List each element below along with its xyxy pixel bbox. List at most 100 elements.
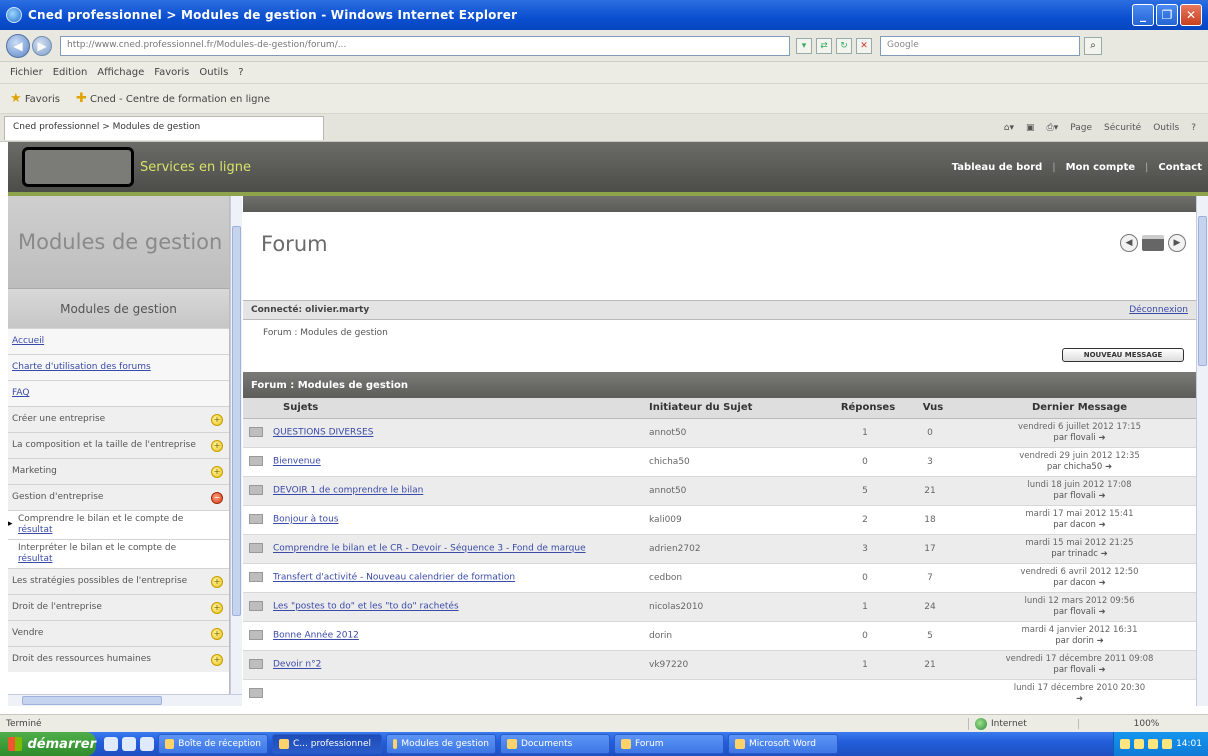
- sidebar-item-sell[interactable]: Vendre +: [8, 620, 229, 646]
- security-zone[interactable]: Internet: [968, 717, 1078, 730]
- header-link-account[interactable]: Mon compte: [1066, 162, 1135, 173]
- tray-icon[interactable]: [1120, 739, 1131, 749]
- new-message-button[interactable]: NOUVEAU MESSAGE: [1062, 348, 1184, 362]
- scrollbar-thumb[interactable]: [1198, 216, 1207, 366]
- refresh-icon[interactable]: ↻: [836, 37, 852, 54]
- feeds-icon[interactable]: ▣: [1026, 123, 1035, 133]
- tray-icon[interactable]: [1134, 739, 1145, 749]
- logout-link[interactable]: Déconnexion: [1129, 305, 1188, 315]
- topic-subject-link[interactable]: Bonne Année 2012: [273, 631, 359, 641]
- taskbar-item[interactable]: Documents: [500, 734, 610, 754]
- start-button[interactable]: démarrer: [0, 732, 96, 756]
- column-author[interactable]: Initiateur du Sujet: [643, 398, 833, 419]
- topic-subject-link[interactable]: Bonjour à tous: [273, 515, 338, 525]
- maximize-button[interactable]: ❐: [1156, 4, 1178, 26]
- topic-subject-link[interactable]: Bienvenue: [273, 457, 321, 467]
- topic-subject-link[interactable]: Comprendre le bilan et le CR - Devoir - …: [273, 544, 586, 554]
- go-to-message-icon[interactable]: ➜: [1101, 549, 1108, 559]
- go-to-message-icon[interactable]: ➜: [1105, 462, 1112, 472]
- dropdown-icon[interactable]: ▾: [796, 37, 812, 54]
- previous-icon[interactable]: ◀: [1120, 234, 1138, 252]
- close-button[interactable]: ✕: [1180, 4, 1202, 26]
- topic-subject-link[interactable]: Devoir n°2: [273, 660, 321, 670]
- sidebar-item-home[interactable]: Accueil: [8, 328, 229, 354]
- sidebar-item-create-company[interactable]: Créer une entreprise +: [8, 406, 229, 432]
- sidebar-subitem-understand-balance[interactable]: Comprendre le bilan et le compte de résu…: [8, 510, 229, 539]
- column-subjects[interactable]: Sujets: [243, 398, 643, 419]
- topic-subject-link[interactable]: DEVOIR 1 de comprendre le bilan: [273, 486, 423, 496]
- taskbar-item[interactable]: C... professionnel: [272, 734, 382, 754]
- scrollbar-thumb[interactable]: [22, 696, 162, 705]
- topic-subject-link[interactable]: Les "postes to do" et les "to do" rachet…: [273, 602, 459, 612]
- taskbar-item[interactable]: Forum: [614, 734, 724, 754]
- menu-file[interactable]: Fichier: [10, 67, 43, 78]
- header-link-dashboard[interactable]: Tableau de bord: [952, 162, 1043, 173]
- print-icon[interactable]: ⎙▾: [1047, 123, 1059, 133]
- address-input[interactable]: http://www.cned.professionnel.fr/Modules…: [60, 35, 790, 56]
- sidebar-item-strategies[interactable]: Les stratégies possibles de l'entreprise…: [8, 568, 229, 594]
- quicklaunch-icon[interactable]: [104, 737, 118, 751]
- topic-last-message[interactable]: mardi 15 mai 2012 21:25 par trinadc ➜: [963, 534, 1196, 564]
- go-to-message-icon[interactable]: ➜: [1098, 433, 1105, 443]
- topic-last-message[interactable]: lundi 18 juin 2012 17:08 par flovali ➜: [963, 476, 1196, 506]
- topic-last-message[interactable]: mardi 17 mai 2012 15:41 par dacon ➜: [963, 505, 1196, 535]
- sidebar-item-management[interactable]: Gestion d'entreprise −: [8, 484, 229, 510]
- main-scrollbar[interactable]: [1196, 196, 1208, 706]
- sidebar-horizontal-scrollbar[interactable]: [8, 694, 242, 706]
- quicklaunch-icon[interactable]: [122, 737, 136, 751]
- topic-last-message[interactable]: vendredi 6 avril 2012 12:50 par dacon ➜: [963, 563, 1196, 593]
- expand-icon[interactable]: +: [211, 439, 223, 452]
- sidebar-item-marketing[interactable]: Marketing +: [8, 458, 229, 484]
- sidebar-item-business-law[interactable]: Droit de l'entreprise +: [8, 594, 229, 620]
- go-to-message-icon[interactable]: ➜: [1097, 636, 1104, 646]
- expand-icon[interactable]: +: [211, 653, 223, 666]
- topic-subject-link[interactable]: Transfert d'activité - Nouveau calendrie…: [273, 573, 515, 583]
- topic-last-message[interactable]: vendredi 6 juillet 2012 17:15 par flovali…: [963, 418, 1196, 448]
- expand-icon[interactable]: +: [211, 413, 223, 426]
- topic-last-message[interactable]: mardi 4 janvier 2012 16:31 par dorin ➜: [963, 621, 1196, 651]
- expand-icon[interactable]: +: [211, 627, 223, 640]
- go-to-message-icon[interactable]: ➜: [1098, 665, 1105, 675]
- cmd-tools[interactable]: Outils: [1153, 123, 1179, 133]
- menu-view[interactable]: Affichage: [97, 67, 144, 78]
- printer-icon[interactable]: [1142, 235, 1164, 251]
- sidebar-scrollbar[interactable]: [230, 196, 242, 706]
- menu-help[interactable]: ?: [238, 67, 243, 78]
- search-input[interactable]: Google: [880, 35, 1080, 56]
- sidebar-item-composition[interactable]: La composition et la taille de l'entrepr…: [8, 432, 229, 458]
- sidebar-item-faq[interactable]: FAQ: [8, 380, 229, 406]
- favorites-button[interactable]: ★ Favoris: [10, 91, 60, 106]
- sidebar-item-hr-law[interactable]: Droit des ressources humaines +: [8, 646, 229, 672]
- topic-last-message[interactable]: vendredi 17 décembre 2011 09:08 par flova…: [963, 650, 1196, 680]
- menu-tools[interactable]: Outils: [199, 67, 228, 78]
- column-replies[interactable]: Réponses: [833, 398, 903, 419]
- help-icon[interactable]: ?: [1191, 123, 1196, 133]
- go-to-message-icon[interactable]: ➜: [1098, 607, 1105, 617]
- stop-icon[interactable]: ✕: [856, 37, 872, 54]
- next-icon[interactable]: ▶: [1168, 234, 1186, 252]
- cmd-security[interactable]: Sécurité: [1104, 123, 1141, 133]
- menu-edit[interactable]: Edition: [53, 67, 88, 78]
- compat-icon[interactable]: ⇄: [816, 37, 832, 54]
- topic-last-message[interactable]: lundi 12 mars 2012 09:56 par flovali ➜: [963, 592, 1196, 622]
- topic-last-message[interactable]: vendredi 29 juin 2012 12:35 par chicha50 …: [963, 447, 1196, 477]
- column-last-message[interactable]: Dernier Message: [963, 398, 1196, 419]
- go-to-message-icon[interactable]: ➜: [1099, 520, 1106, 530]
- tab-current[interactable]: Cned professionnel > Modules de gestion: [4, 115, 324, 140]
- expand-icon[interactable]: +: [211, 465, 223, 478]
- expand-icon[interactable]: +: [211, 575, 223, 588]
- home-icon[interactable]: ⌂▾: [1004, 123, 1014, 133]
- quicklaunch-icon[interactable]: [140, 737, 154, 751]
- column-views[interactable]: Vus: [903, 398, 963, 419]
- taskbar-item[interactable]: Microsoft Word: [728, 734, 838, 754]
- scrollbar-thumb[interactable]: [232, 226, 241, 616]
- menu-favorites[interactable]: Favoris: [154, 67, 189, 78]
- taskbar-item[interactable]: Modules de gestion: [386, 734, 496, 754]
- zoom-level[interactable]: 100%: [1078, 718, 1208, 729]
- topic-subject-link[interactable]: QUESTIONS DIVERSES: [273, 428, 373, 438]
- tray-icon[interactable]: [1148, 739, 1159, 749]
- cmd-page[interactable]: Page: [1070, 123, 1092, 133]
- site-logo[interactable]: [22, 147, 134, 187]
- go-to-message-icon[interactable]: ➜: [1076, 694, 1083, 704]
- search-icon[interactable]: ⌕: [1084, 36, 1102, 55]
